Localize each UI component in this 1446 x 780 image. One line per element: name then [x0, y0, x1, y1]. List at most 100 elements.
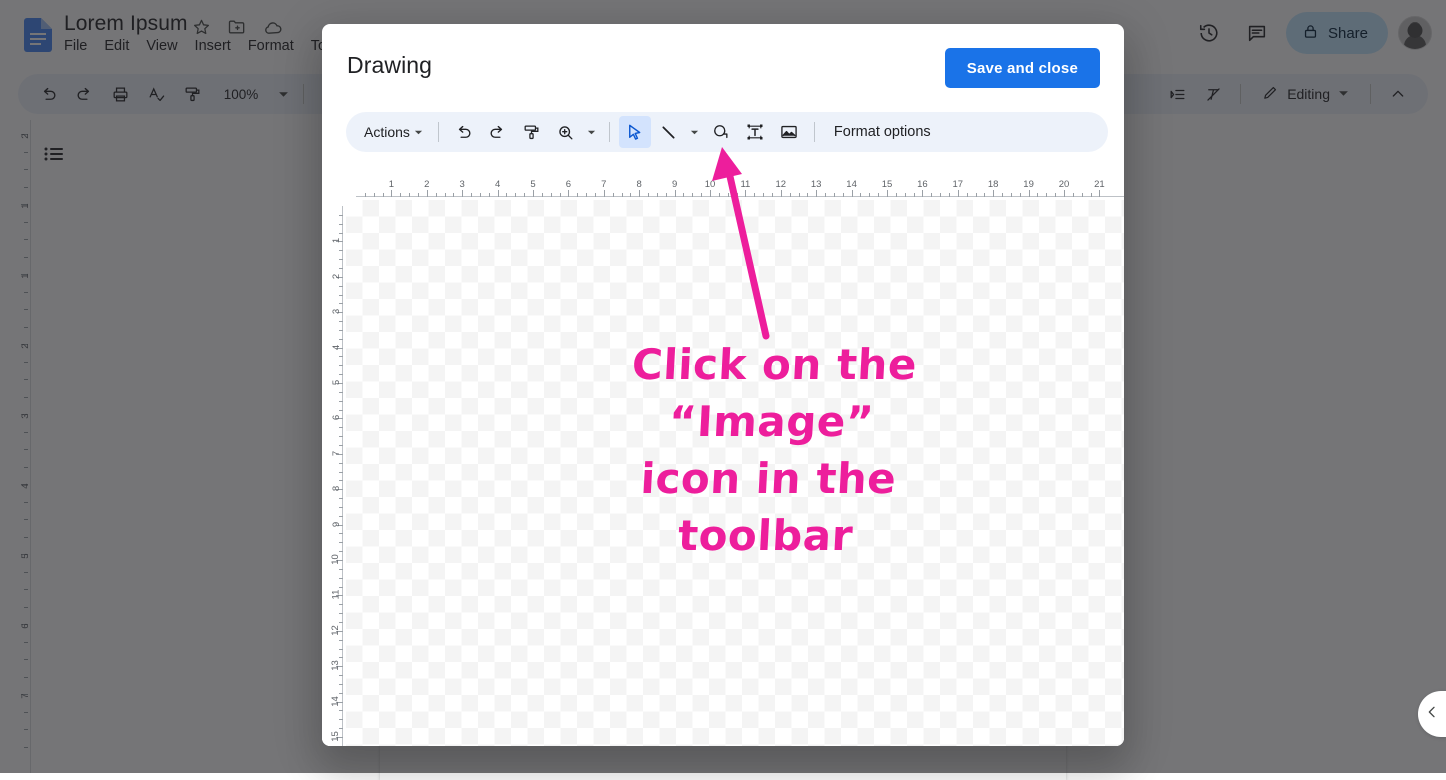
drawing-canvas[interactable]	[346, 200, 1124, 746]
ruler-minor-tick	[692, 193, 693, 197]
ruler-tick	[604, 190, 605, 197]
ruler-minor-tick	[799, 193, 800, 197]
image-icon[interactable]	[773, 116, 805, 148]
ruler-minor-tick	[339, 295, 343, 296]
line-icon[interactable]	[653, 116, 685, 148]
ruler-number: 9	[331, 521, 342, 526]
ruler-number: 13	[331, 660, 342, 671]
ruler-tick	[1064, 190, 1065, 197]
ruler-minor-tick	[365, 193, 366, 197]
ruler-minor-tick	[560, 193, 561, 197]
ruler-minor-tick	[790, 193, 791, 197]
ruler-minor-tick	[834, 193, 835, 197]
ruler-minor-tick	[542, 193, 543, 197]
ruler-tick	[922, 190, 923, 197]
select-cursor-icon[interactable]	[619, 116, 651, 148]
ruler-minor-tick	[339, 613, 343, 614]
ruler-minor-tick	[339, 436, 343, 437]
ruler-minor-tick	[1073, 193, 1074, 197]
canvas-vertical-ruler[interactable]: 123456789101112131415	[322, 200, 346, 746]
ruler-minor-tick	[719, 193, 720, 197]
ruler-minor-tick	[878, 193, 879, 197]
ruler-number: 2	[331, 274, 342, 279]
ruler-minor-tick	[984, 193, 985, 197]
divider	[814, 122, 815, 142]
ruler-tick	[533, 190, 534, 197]
ruler-minor-tick	[339, 224, 343, 225]
ruler-number: 19	[1023, 179, 1034, 190]
ruler-minor-tick	[374, 193, 375, 197]
ruler-tick	[816, 190, 817, 197]
ruler-minor-tick	[471, 193, 472, 197]
ruler-minor-tick	[914, 193, 915, 197]
ruler-number: 17	[953, 179, 964, 190]
ruler-minor-tick	[339, 693, 343, 694]
ruler-number: 2	[424, 179, 429, 190]
ruler-minor-tick	[339, 587, 343, 588]
ruler-number: 11	[331, 590, 342, 600]
caret-down-icon[interactable]	[584, 117, 600, 147]
ruler-minor-tick	[613, 193, 614, 197]
drawing-dialog: Drawing Save and close Actions	[322, 24, 1124, 746]
ruler-minor-tick	[339, 356, 343, 357]
ruler-minor-tick	[339, 472, 343, 473]
canvas-horizontal-ruler[interactable]: 123456789101112131415161718192021	[334, 176, 1124, 200]
ruler-minor-tick	[595, 193, 596, 197]
actions-menu-button[interactable]: Actions	[356, 124, 429, 140]
save-and-close-button[interactable]: Save and close	[945, 48, 1100, 88]
ruler-minor-tick	[418, 193, 419, 197]
ruler-minor-tick	[339, 533, 343, 534]
redo-icon[interactable]	[482, 116, 514, 148]
ruler-tick	[745, 190, 746, 197]
ruler-minor-tick	[940, 193, 941, 197]
ruler-number: 8	[637, 179, 642, 190]
ruler-number: 3	[460, 179, 465, 190]
ruler-minor-tick	[339, 516, 343, 517]
ruler-minor-tick	[339, 657, 343, 658]
undo-icon[interactable]	[448, 116, 480, 148]
ruler-tick	[427, 190, 428, 197]
ruler-minor-tick	[339, 640, 343, 641]
ruler-minor-tick	[339, 410, 343, 411]
ruler-minor-tick	[339, 622, 343, 623]
ruler-number: 12	[331, 625, 342, 636]
ruler-tick	[993, 190, 994, 197]
zoom-in-icon[interactable]	[550, 116, 582, 148]
ruler-number: 15	[882, 179, 893, 190]
ruler-minor-tick	[339, 498, 343, 499]
ruler-baseline	[342, 206, 343, 746]
ruler-minor-tick	[666, 193, 667, 197]
ruler-minor-tick	[683, 193, 684, 197]
ruler-minor-tick	[931, 193, 932, 197]
ruler-tick	[675, 190, 676, 197]
paint-format-icon[interactable]	[516, 116, 548, 148]
shape-icon[interactable]	[705, 116, 737, 148]
ruler-minor-tick	[339, 551, 343, 552]
ruler-minor-tick	[339, 719, 343, 720]
ruler-minor-tick	[339, 365, 343, 366]
ruler-number: 6	[566, 179, 571, 190]
ruler-minor-tick	[701, 193, 702, 197]
ruler-number: 9	[672, 179, 677, 190]
ruler-minor-tick	[551, 193, 552, 197]
ruler-number: 7	[331, 451, 342, 456]
drawing-canvas-area: 123456789101112131415161718192021 123456…	[322, 176, 1124, 746]
ruler-minor-tick	[339, 401, 343, 402]
format-options-button[interactable]: Format options	[824, 124, 931, 140]
ruler-minor-tick	[339, 675, 343, 676]
text-box-icon[interactable]	[739, 116, 771, 148]
ruler-minor-tick	[339, 268, 343, 269]
ruler-tick	[887, 190, 888, 197]
ruler-tick	[498, 190, 499, 197]
ruler-minor-tick	[896, 193, 897, 197]
ruler-minor-tick	[949, 193, 950, 197]
ruler-minor-tick	[339, 569, 343, 570]
ruler-number: 11	[740, 179, 750, 190]
ruler-minor-tick	[339, 710, 343, 711]
ruler-minor-tick	[763, 193, 764, 197]
ruler-number: 5	[530, 179, 535, 190]
ruler-tick	[568, 190, 569, 197]
caret-down-icon[interactable]	[687, 117, 703, 147]
ruler-minor-tick	[657, 193, 658, 197]
ruler-minor-tick	[339, 684, 343, 685]
